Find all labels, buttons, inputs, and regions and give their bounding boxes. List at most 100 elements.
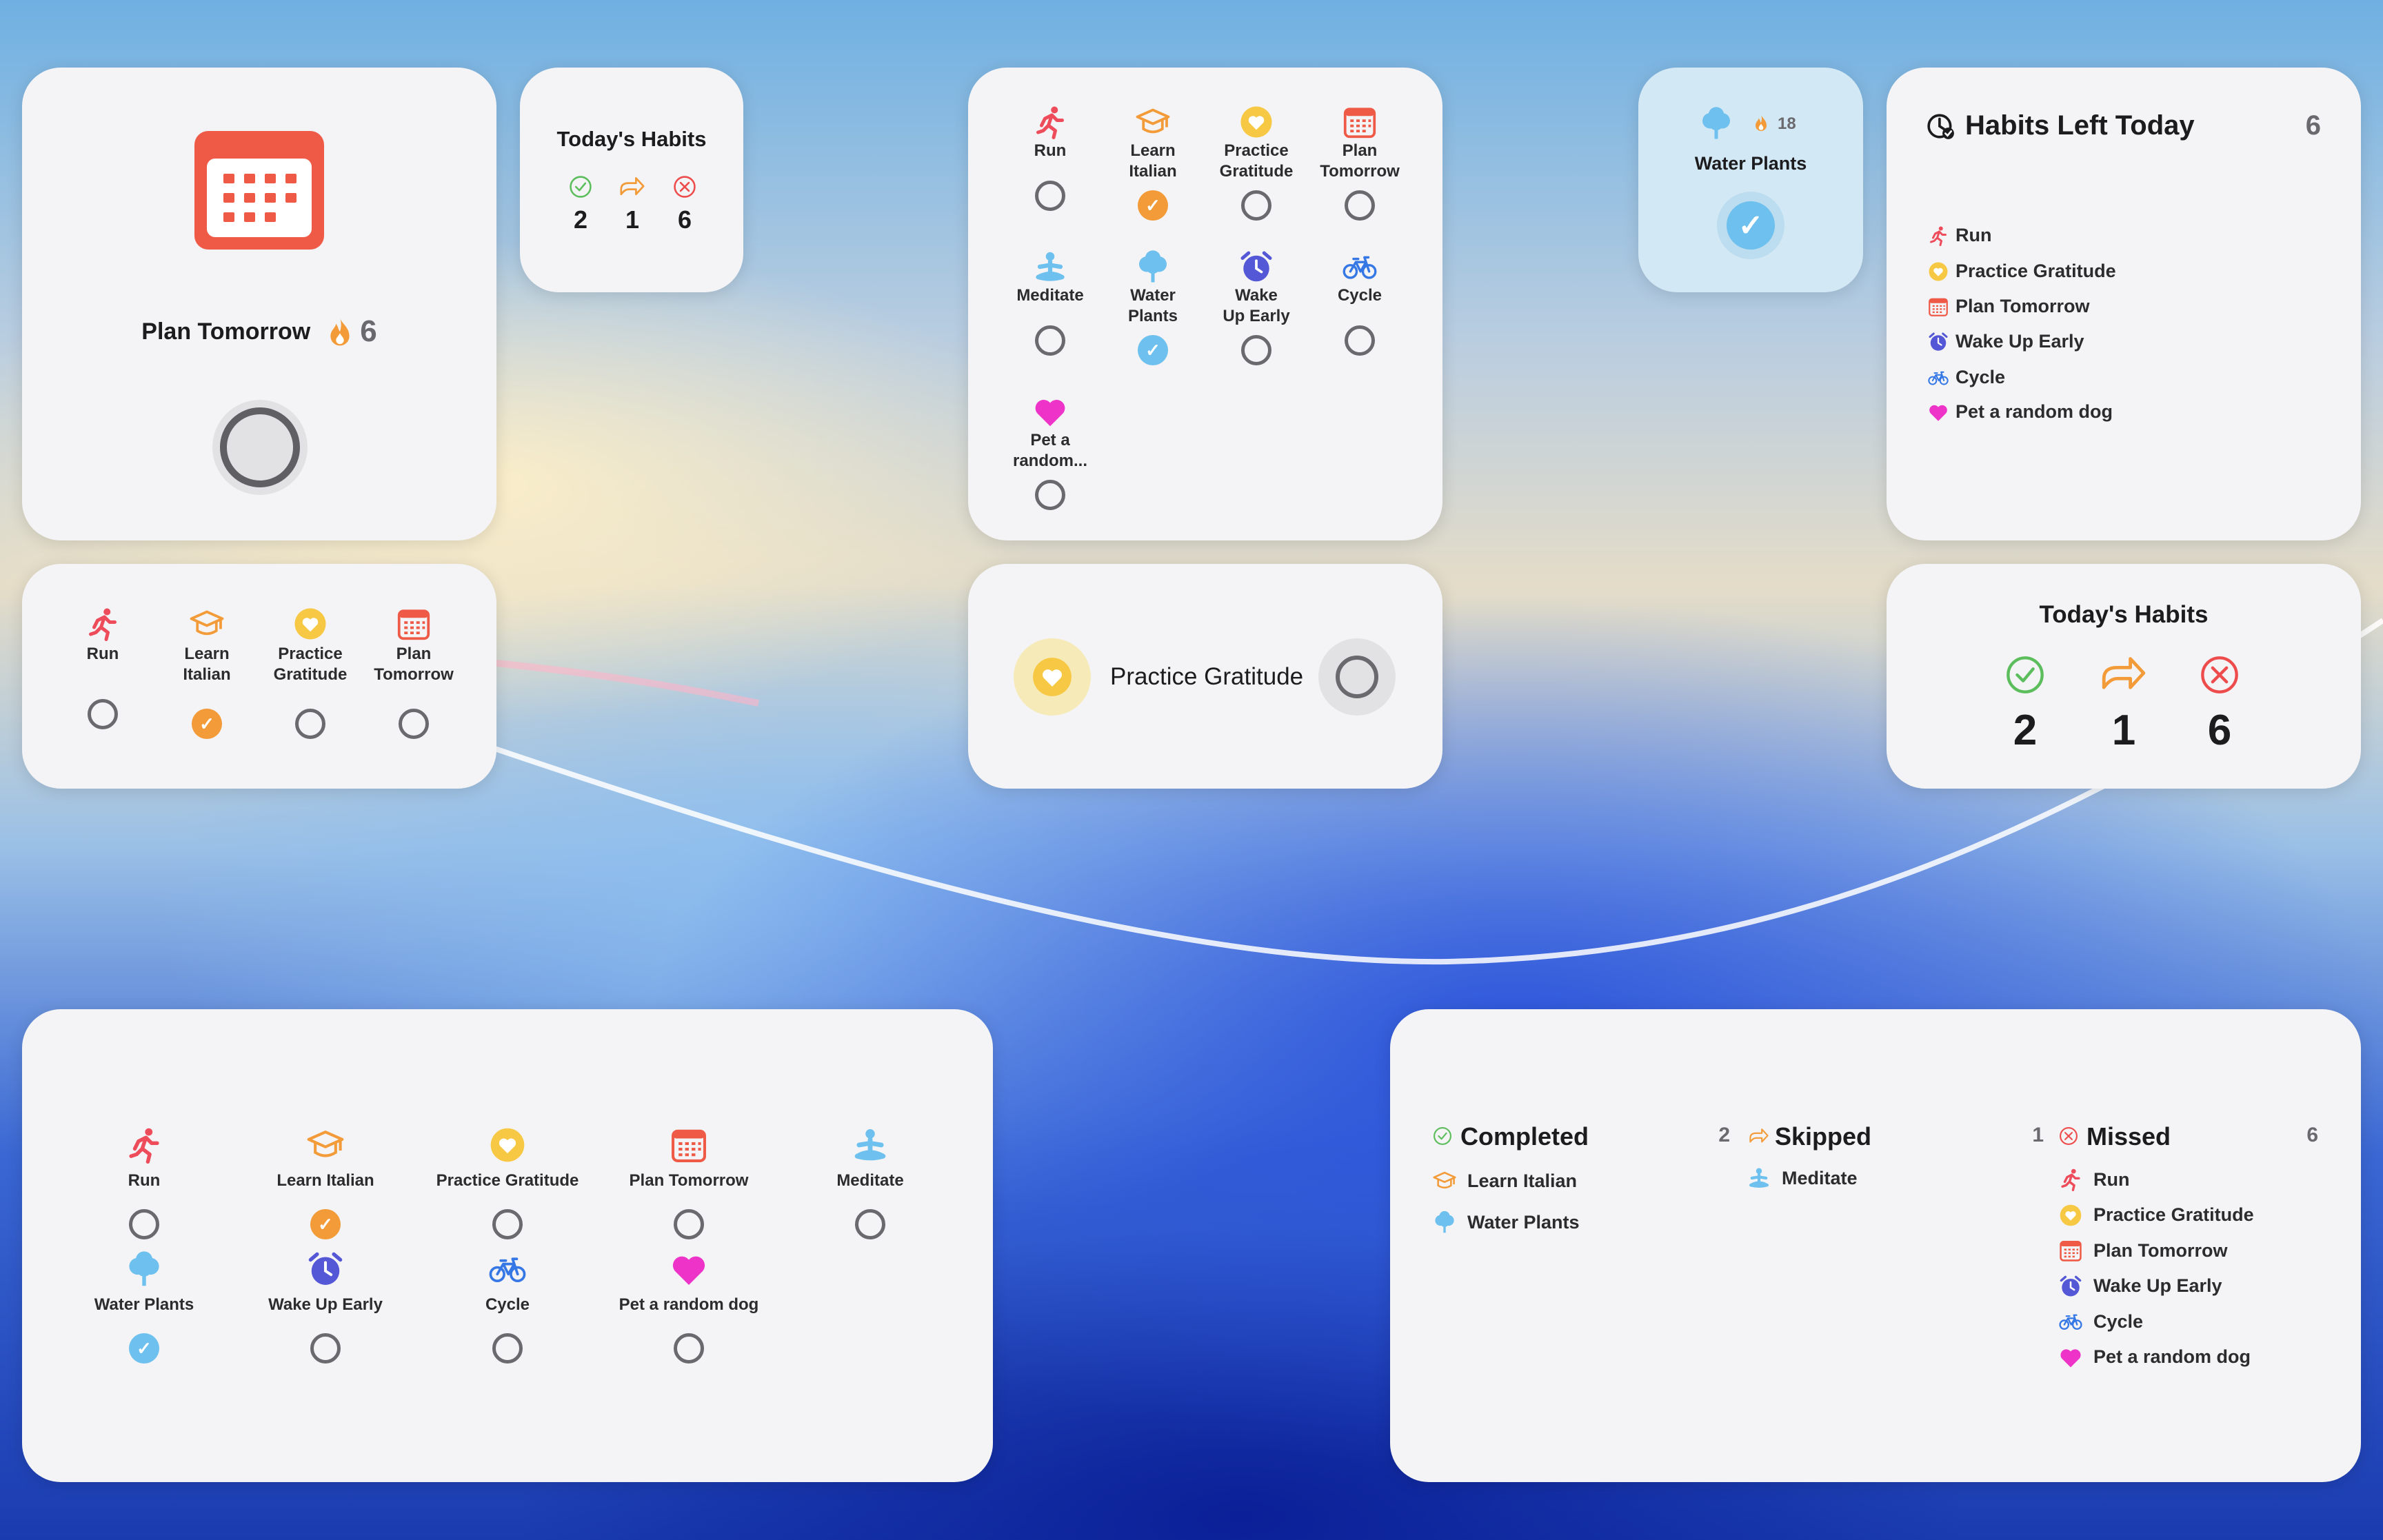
graduation-cap-icon bbox=[1136, 105, 1170, 139]
habit-cell[interactable]: Learn Italian bbox=[236, 1125, 415, 1191]
habit-label: Learn Italian bbox=[1129, 141, 1177, 181]
completion-ring[interactable] bbox=[1345, 190, 1375, 221]
practice-gratitude-widget[interactable]: Practice Gratitude bbox=[968, 564, 1442, 789]
single-habit-widget[interactable]: Plan Tomorrow 6 bbox=[22, 68, 496, 540]
habit-label: Water Plants bbox=[1467, 1211, 1580, 1233]
habit-cell[interactable]: Learn Italian bbox=[152, 602, 262, 685]
today-habits-small-widget[interactable]: Today's Habits 2 1 6 bbox=[520, 68, 743, 292]
summary-list-item[interactable]: Plan Tomorrow bbox=[2059, 1239, 2228, 1262]
habit-cell[interactable]: Water Plants bbox=[54, 1249, 234, 1315]
habit-cell[interactable]: Meditate bbox=[995, 245, 1105, 306]
meditate-icon bbox=[852, 1126, 889, 1164]
complete-habit-button[interactable] bbox=[1318, 638, 1396, 716]
habit-cell[interactable]: Wake Up Early bbox=[236, 1249, 415, 1315]
habit-label: Practice Gratitude bbox=[273, 645, 348, 684]
heart-circle-icon bbox=[1031, 656, 1074, 698]
completion-ring[interactable] bbox=[1241, 190, 1271, 221]
completion-ring[interactable] bbox=[1035, 181, 1065, 211]
widget-title: Today's Habits bbox=[556, 127, 707, 151]
habit-list-item[interactable]: Run bbox=[1928, 225, 1991, 246]
habit-row-widget[interactable]: Run Learn Italian ✓ Practice Gratitude Pla… bbox=[22, 564, 496, 789]
habit-summary-widget[interactable]: Completed 2 Learn Italian Water Plants Sk… bbox=[1390, 1009, 2361, 1482]
summary-list-item[interactable]: Learn Italian bbox=[1433, 1169, 1577, 1193]
completion-ring[interactable] bbox=[674, 1333, 704, 1364]
today-habits-medium-widget[interactable]: Today's Habits 2 1 6 bbox=[1887, 564, 2361, 789]
habit-label: Pet a random dog bbox=[1955, 401, 2113, 422]
completion-ring[interactable] bbox=[310, 1333, 341, 1364]
habit-label: Water Plants bbox=[94, 1295, 194, 1314]
habit-cell[interactable]: Practice Gratitude bbox=[255, 602, 365, 685]
summary-list-item[interactable]: Cycle bbox=[2059, 1310, 2143, 1333]
habit-cell[interactable]: Meditate bbox=[781, 1125, 960, 1191]
habit-cell[interactable]: Practice Gratitude bbox=[1201, 101, 1311, 182]
completion-ring[interactable] bbox=[399, 709, 429, 739]
skipped-count: 1 bbox=[625, 205, 640, 234]
habit-cell[interactable]: Run bbox=[995, 101, 1105, 161]
summary-list-item[interactable]: Run bbox=[2059, 1168, 2129, 1191]
checkmark-icon[interactable]: ✓ bbox=[1138, 190, 1168, 221]
habit-cell[interactable]: Run bbox=[54, 1125, 234, 1191]
summary-list-item[interactable]: Meditate bbox=[1747, 1166, 1858, 1190]
habit-cell[interactable]: Cycle bbox=[1305, 245, 1415, 306]
completion-ring[interactable] bbox=[88, 699, 118, 729]
completion-ring[interactable] bbox=[674, 1209, 704, 1239]
completion-ring[interactable] bbox=[855, 1209, 885, 1239]
summary-list-item[interactable]: Wake Up Early bbox=[2059, 1275, 2222, 1298]
habit-large-grid-widget[interactable]: Run Learn Italian ✓ Practice Gratitude P… bbox=[22, 1009, 993, 1482]
habit-label: Plan Tomorrow bbox=[1955, 296, 2090, 316]
complete-habit-button[interactable]: ✓ bbox=[1717, 192, 1784, 259]
water-plants-widget[interactable]: 18 Water Plants ✓ bbox=[1638, 68, 1863, 292]
habit-label: Meditate bbox=[836, 1171, 904, 1190]
running-person-icon bbox=[125, 1126, 163, 1164]
completion-ring[interactable] bbox=[1345, 325, 1375, 356]
graduation-cap-icon bbox=[190, 607, 224, 641]
habit-cell[interactable]: Plan Tomorrow bbox=[599, 1125, 778, 1191]
alarm-icon bbox=[1239, 250, 1274, 284]
habit-cell[interactable]: Cycle bbox=[418, 1249, 597, 1315]
habit-cell[interactable]: Plan Tomorrow bbox=[359, 602, 469, 685]
calendar-icon bbox=[194, 131, 324, 250]
checkmark-icon[interactable]: ✓ bbox=[129, 1333, 159, 1364]
completion-ring[interactable] bbox=[1241, 335, 1271, 365]
habit-label: Practice Gratitude bbox=[1219, 141, 1294, 181]
completed-count: 2 bbox=[2013, 707, 2038, 754]
summary-list-item[interactable]: Pet a random dog bbox=[2059, 1346, 2251, 1369]
checkmark-icon[interactable]: ✓ bbox=[310, 1209, 341, 1239]
habit-grid-widget[interactable]: Run Learn Italian ✓ Practice Gratitude Pla… bbox=[968, 68, 1442, 540]
habit-cell[interactable]: Learn Italian bbox=[1098, 101, 1208, 182]
habit-list-item[interactable]: Plan Tomorrow bbox=[1928, 296, 2090, 317]
habit-cell[interactable]: Plan Tomorrow bbox=[1305, 101, 1415, 182]
completion-ring[interactable] bbox=[295, 709, 325, 739]
completion-ring[interactable] bbox=[1035, 480, 1065, 510]
completion-ring[interactable] bbox=[492, 1209, 523, 1239]
habit-label: Water Plants bbox=[1127, 286, 1178, 325]
complete-habit-button[interactable] bbox=[212, 400, 308, 495]
completion-ring[interactable] bbox=[1035, 325, 1065, 356]
habit-label: Learn Italian bbox=[1467, 1170, 1578, 1191]
habit-list-item[interactable]: Pet a random dog bbox=[1928, 401, 2113, 423]
habit-label: Wake Up Early bbox=[1955, 331, 2084, 352]
completion-ring bbox=[1336, 656, 1378, 698]
habit-cell[interactable]: Practice Gratitude bbox=[418, 1125, 597, 1191]
habit-cell[interactable]: Run bbox=[48, 602, 158, 665]
skipped-count: 1 bbox=[2032, 1124, 2044, 1146]
summary-list-item[interactable]: Practice Gratitude bbox=[2059, 1204, 2254, 1227]
habit-label: Plan Tomorrow bbox=[2093, 1239, 2228, 1261]
completion-ring[interactable] bbox=[129, 1209, 159, 1239]
completion-ring[interactable] bbox=[492, 1333, 523, 1364]
habit-cell[interactable]: Wake Up Early bbox=[1201, 245, 1311, 327]
checkmark-icon[interactable]: ✓ bbox=[1138, 335, 1168, 365]
habit-list-item[interactable]: Cycle bbox=[1928, 367, 2005, 388]
missed-count: 6 bbox=[2306, 1124, 2318, 1146]
habit-label: Wake Up Early bbox=[2093, 1275, 2222, 1296]
habit-name: Practice Gratitude bbox=[1110, 663, 1304, 690]
habits-left-widget[interactable]: Habits Left Today 6 Run Practice Gratitu… bbox=[1887, 68, 2361, 540]
skipped-icon bbox=[2096, 652, 2151, 696]
habit-cell[interactable]: Pet a random dog bbox=[599, 1249, 778, 1315]
habit-list-item[interactable]: Practice Gratitude bbox=[1928, 261, 2116, 282]
checkmark-icon[interactable]: ✓ bbox=[192, 709, 222, 739]
summary-list-item[interactable]: Water Plants bbox=[1433, 1210, 1580, 1234]
habit-cell[interactable]: Pet a random... bbox=[995, 390, 1105, 472]
habit-cell[interactable]: Water Plants bbox=[1098, 245, 1208, 327]
habit-list-item[interactable]: Wake Up Early bbox=[1928, 331, 2084, 352]
